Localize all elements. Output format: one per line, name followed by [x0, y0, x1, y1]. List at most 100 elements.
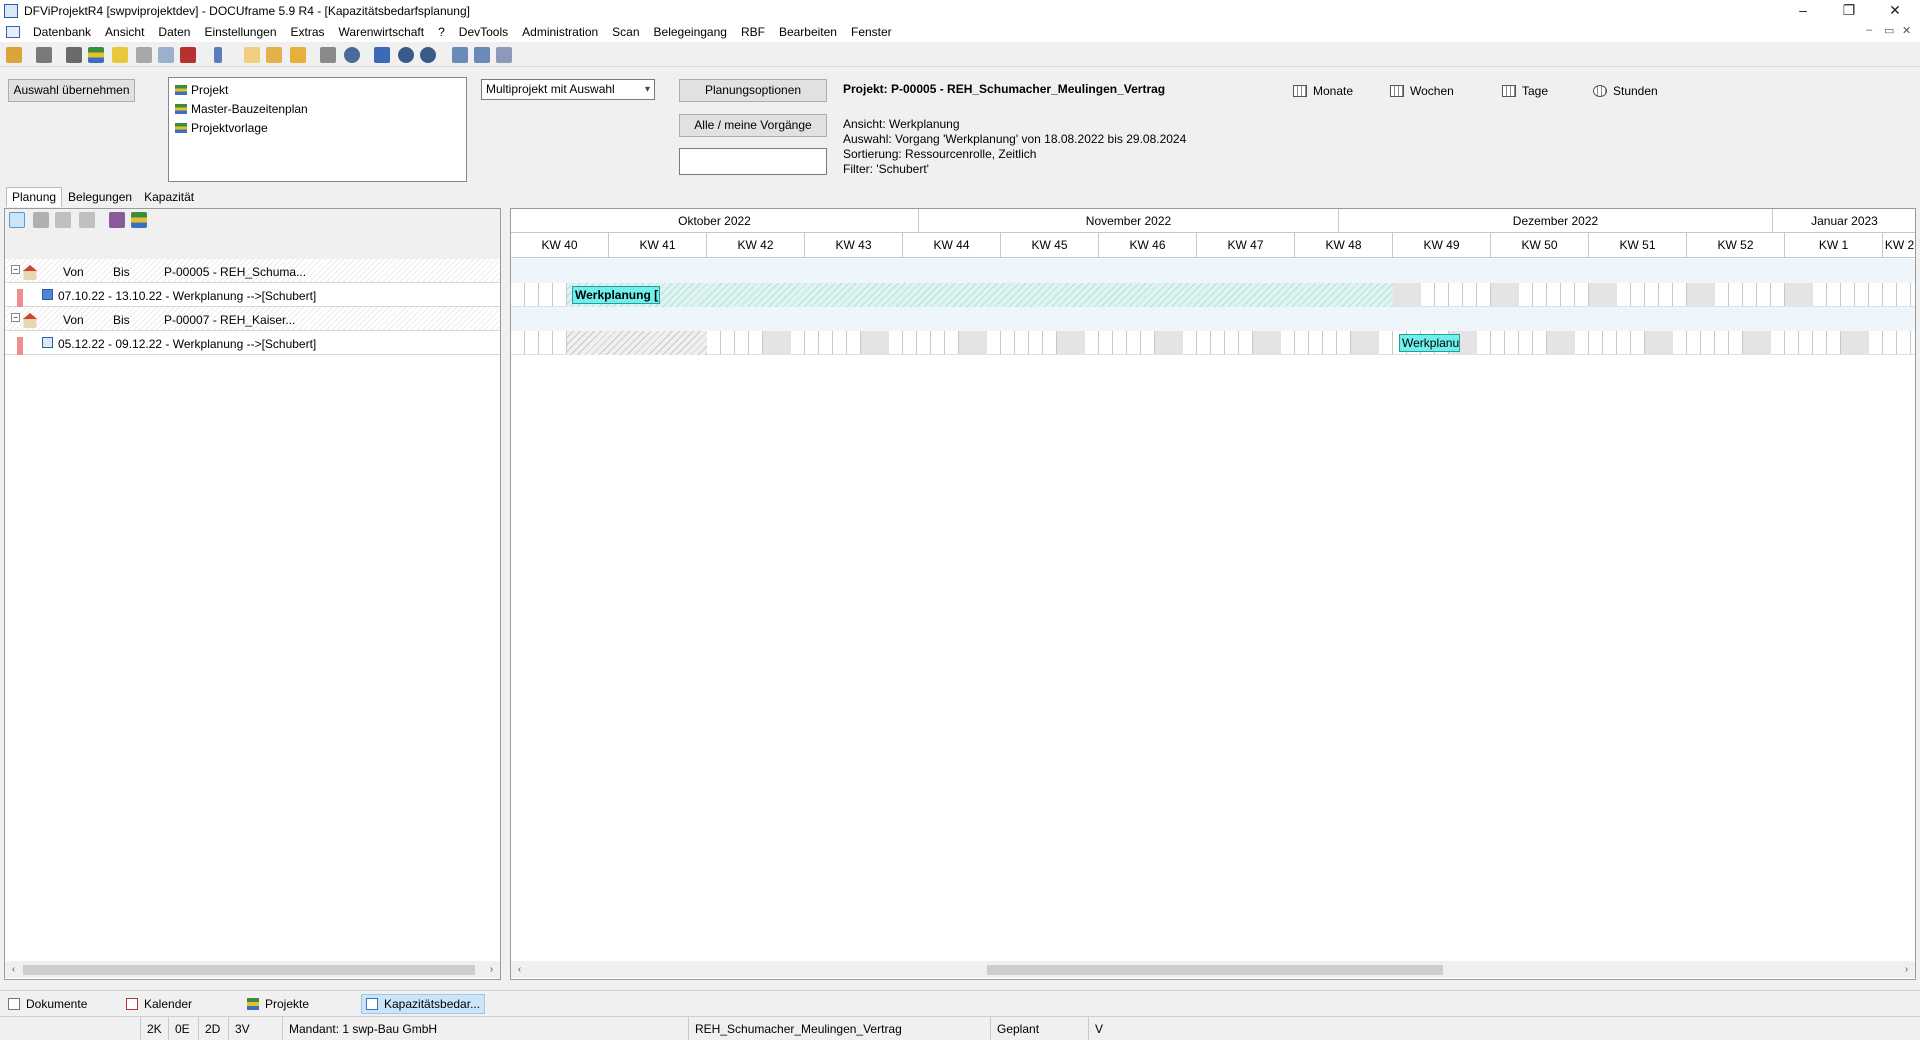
- planning-options-button[interactable]: Planungsoptionen: [679, 79, 827, 102]
- task-bar-werkplanung[interactable]: Werkplanu: [1399, 334, 1460, 352]
- status-count-v: 3V: [228, 1017, 282, 1040]
- prev-icon[interactable]: [452, 47, 468, 63]
- menu-warenwirtschaft[interactable]: Warenwirtschaft: [332, 23, 432, 41]
- filter-icon[interactable]: [109, 212, 125, 228]
- weekend-shading: [1393, 283, 1421, 307]
- scale-hours-button[interactable]: Stunden: [1593, 84, 1658, 98]
- scroll-left-icon[interactable]: ‹: [5, 961, 22, 978]
- weekend-shading: [763, 331, 791, 355]
- card-icon[interactable]: [66, 47, 82, 63]
- mode-select[interactable]: Multiprojekt mit Auswahl ▾: [481, 79, 655, 100]
- tree-project-row[interactable]: − Von Bis P-00005 - REH_Schuma...: [5, 259, 500, 283]
- taskbar-dokumente[interactable]: Dokumente: [4, 994, 91, 1014]
- detail-view-icon[interactable]: [33, 212, 49, 228]
- type-list[interactable]: Projekt Master-Bauzeitenplan Projektvorl…: [168, 77, 467, 182]
- mdi-restore-button[interactable]: ▭: [1884, 24, 1894, 37]
- zoom-out-icon[interactable]: [420, 47, 436, 63]
- new-doc-icon[interactable]: [244, 47, 260, 63]
- fullscreen-icon[interactable]: [374, 47, 390, 63]
- tab-planung[interactable]: Planung: [6, 187, 63, 207]
- menu-datenbank[interactable]: Datenbank: [26, 23, 98, 41]
- project-list-icon[interactable]: [131, 212, 147, 228]
- calendar-icon[interactable]: [180, 47, 196, 63]
- taskbar-kapazitaetsbedarf[interactable]: Kapazitätsbedar...: [361, 994, 486, 1014]
- restore-button[interactable]: ❐: [1826, 0, 1872, 22]
- list-icon[interactable]: [88, 47, 104, 63]
- grid-icon[interactable]: [320, 47, 336, 63]
- scale-label: Tage: [1522, 84, 1549, 98]
- next-icon[interactable]: [474, 47, 490, 63]
- export-icon[interactable]: [290, 47, 306, 63]
- menu-fenster[interactable]: Fenster: [844, 23, 899, 41]
- menu-extras[interactable]: Extras: [284, 23, 332, 41]
- open-icon[interactable]: [6, 47, 22, 63]
- column-view-icon[interactable]: [79, 212, 95, 228]
- tab-kapazitaet[interactable]: Kapazität: [138, 187, 200, 207]
- column-von: Von: [63, 313, 84, 327]
- scroll-right-icon[interactable]: ›: [1898, 961, 1915, 978]
- list-item-projekt[interactable]: Projekt: [175, 81, 228, 99]
- collapse-icon[interactable]: −: [11, 265, 20, 274]
- taskbar-projekte[interactable]: Projekte: [243, 994, 313, 1014]
- menu-administration[interactable]: Administration: [515, 23, 605, 41]
- phone-icon[interactable]: [214, 47, 222, 63]
- scroll-left-icon[interactable]: ‹: [511, 961, 528, 978]
- gantt-horizontal-scrollbar[interactable]: ‹ ›: [511, 961, 1915, 978]
- minimize-button[interactable]: –: [1780, 0, 1826, 22]
- folder-icon[interactable]: [266, 47, 282, 63]
- print-icon[interactable]: [36, 47, 52, 63]
- apply-selection-button[interactable]: Auswahl übernehmen: [8, 79, 135, 102]
- all-mine-tasks-button[interactable]: Alle / meine Vorgänge: [679, 114, 827, 137]
- scale-days-button[interactable]: Tage: [1502, 84, 1548, 98]
- menu-bar: Datenbank Ansicht Daten Einstellungen Ex…: [0, 22, 1920, 42]
- list-item-master-bauzeitenplan[interactable]: Master-Bauzeitenplan: [175, 100, 308, 118]
- menu-rbf[interactable]: RBF: [734, 23, 772, 41]
- scroll-thumb[interactable]: [987, 965, 1443, 975]
- menu-bearbeiten[interactable]: Bearbeiten: [772, 23, 844, 41]
- mdi-doc-icon[interactable]: [6, 26, 20, 38]
- scale-months-button[interactable]: Monate: [1293, 84, 1353, 98]
- tree-horizontal-scrollbar[interactable]: ‹ ›: [5, 961, 500, 978]
- close-button[interactable]: ✕: [1872, 0, 1918, 22]
- list-item-projektvorlage[interactable]: Projektvorlage: [175, 119, 268, 137]
- clock-icon: [1593, 85, 1607, 97]
- table-icon[interactable]: [496, 47, 512, 63]
- tree-task-row[interactable]: 07.10.22 - 13.10.22 - Werkplanung -->[Sc…: [5, 283, 500, 307]
- menu-devtools[interactable]: DevTools: [452, 23, 515, 41]
- collapse-icon[interactable]: −: [11, 313, 20, 322]
- weekend-shading: [1841, 331, 1869, 355]
- search-icon[interactable]: [344, 47, 360, 63]
- mdi-close-button[interactable]: ✕: [1902, 24, 1911, 37]
- menu-belegeingang[interactable]: Belegeingang: [647, 23, 734, 41]
- tree-project-row[interactable]: − Von Bis P-00007 - REH_Kaiser...: [5, 307, 500, 331]
- status-project: REH_Schumacher_Meulingen_Vertrag: [688, 1017, 990, 1040]
- info-view: Ansicht: Werkplanung: [843, 117, 960, 131]
- menu-einstellungen[interactable]: Einstellungen: [197, 23, 283, 41]
- task-icon: [42, 337, 53, 348]
- mdi-minimize-button[interactable]: –: [1866, 24, 1872, 36]
- note-icon[interactable]: [112, 47, 128, 63]
- app-icon: [4, 4, 18, 18]
- menu-help[interactable]: ?: [431, 23, 452, 41]
- scale-weeks-button[interactable]: Wochen: [1390, 84, 1454, 98]
- task-bar-werkplanung[interactable]: Werkplanung [: [572, 286, 660, 304]
- tree-task-row[interactable]: 05.12.22 - 09.12.22 - Werkplanung -->[Sc…: [5, 331, 500, 355]
- calendar-icon: [126, 998, 138, 1010]
- menu-ansicht[interactable]: Ansicht: [98, 23, 151, 41]
- scroll-thumb[interactable]: [23, 965, 475, 975]
- menu-daten[interactable]: Daten: [151, 23, 197, 41]
- tree-view-icon[interactable]: [9, 212, 25, 228]
- taskbar-kalender[interactable]: Kalender: [122, 994, 196, 1014]
- tab-belegungen[interactable]: Belegungen: [62, 187, 138, 207]
- calendar-grid-icon: [1293, 85, 1307, 97]
- scroll-right-icon[interactable]: ›: [483, 961, 500, 978]
- table-view-icon[interactable]: [55, 212, 71, 228]
- gantt-project-row: [511, 259, 1915, 283]
- attach-icon[interactable]: [136, 47, 152, 63]
- search-input[interactable]: [679, 148, 827, 175]
- zoom-in-icon[interactable]: [398, 47, 414, 63]
- scale-label: Wochen: [1410, 84, 1454, 98]
- menu-scan[interactable]: Scan: [605, 23, 646, 41]
- copy-icon[interactable]: [158, 47, 174, 63]
- list-item-label: Projekt: [191, 83, 229, 97]
